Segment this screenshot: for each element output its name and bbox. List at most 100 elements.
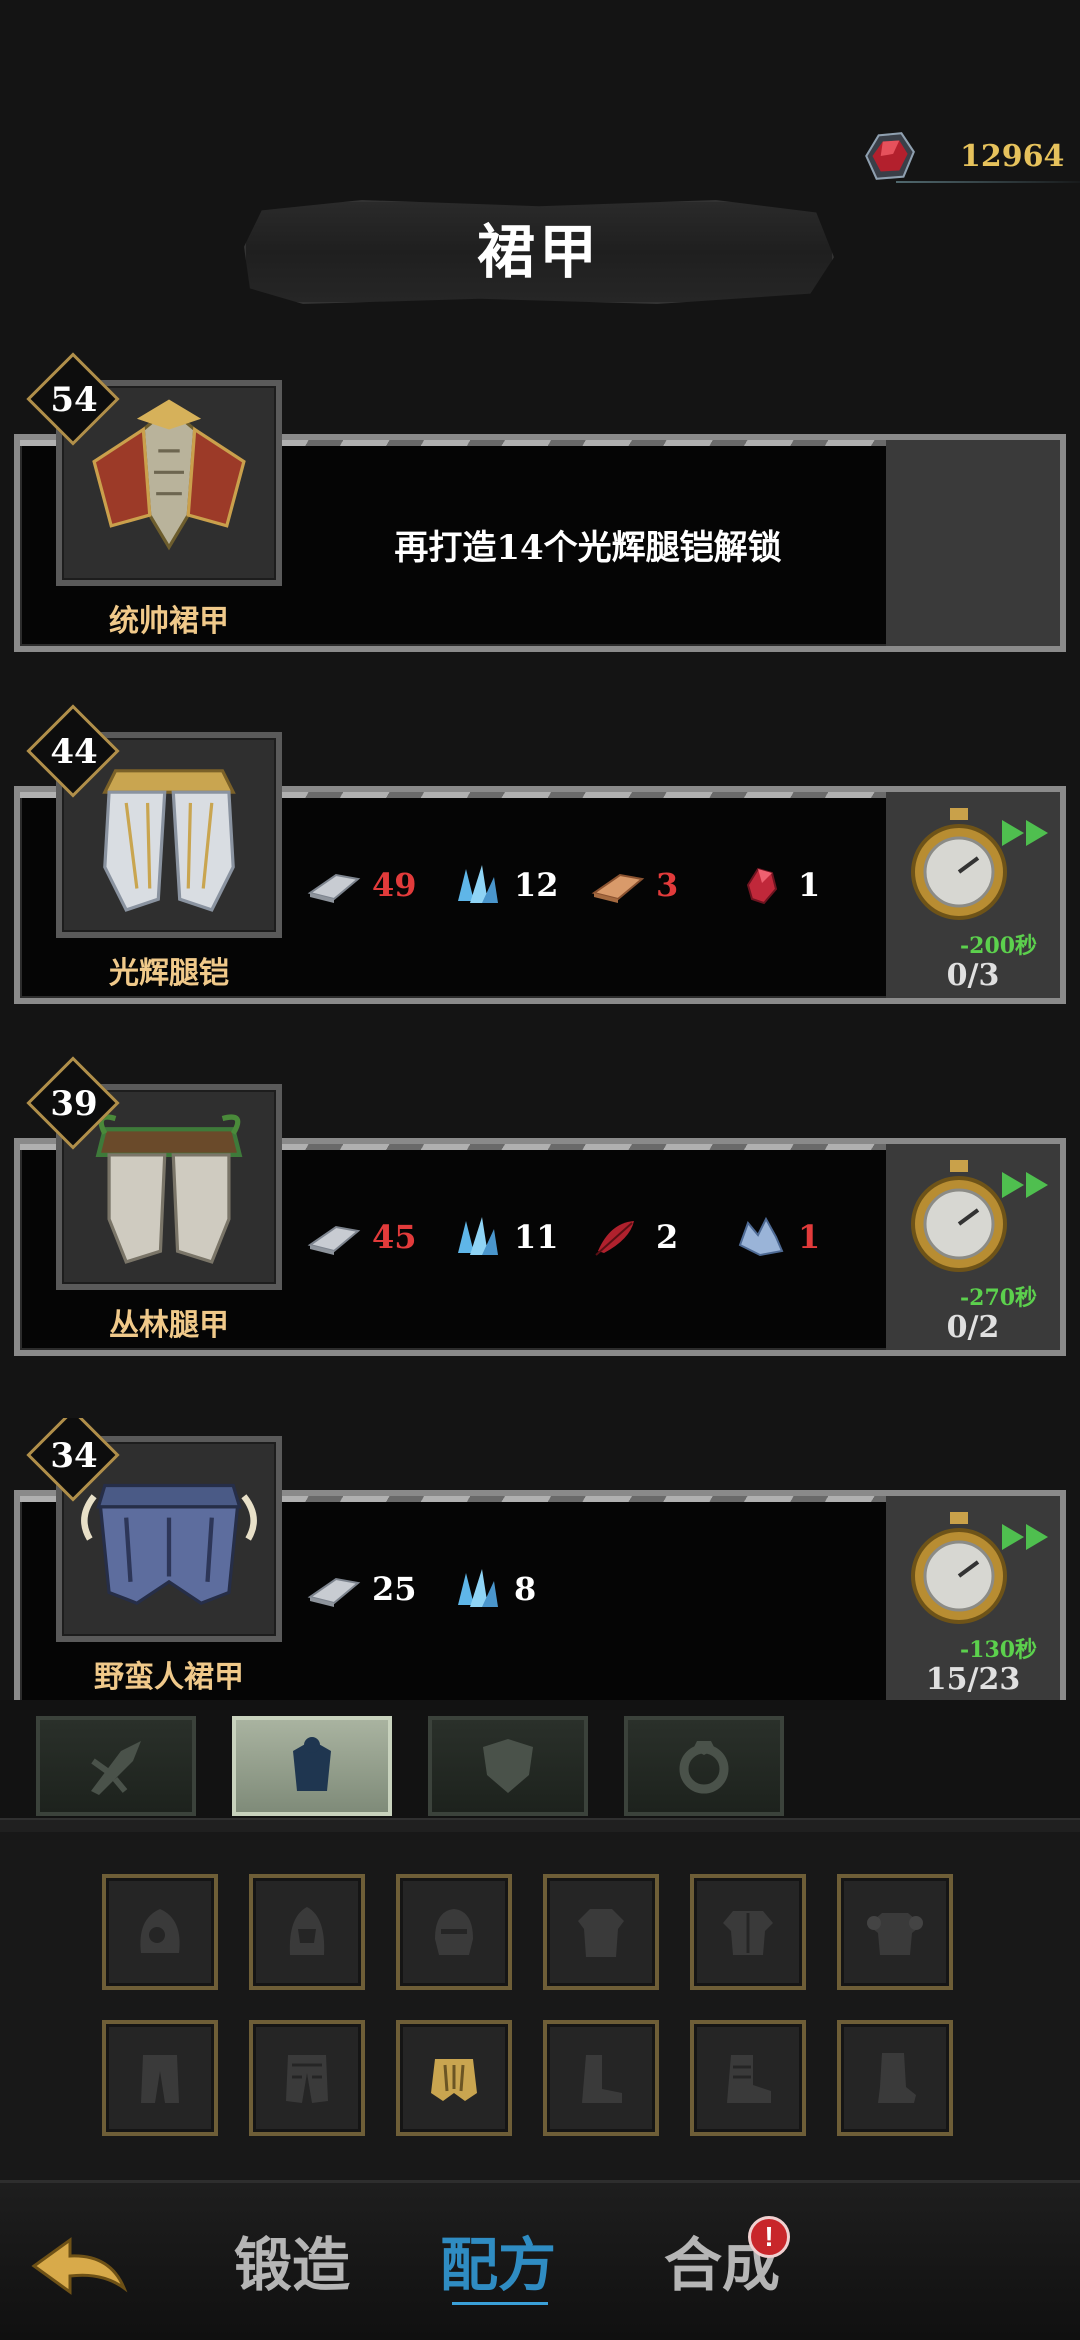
nav-forge[interactable]: 锻造 bbox=[234, 2230, 350, 2300]
craft-count: 15/23 bbox=[925, 1662, 1021, 1697]
nav-active-indicator bbox=[452, 2302, 548, 2305]
fast-forward-icon bbox=[1002, 820, 1048, 846]
slot-hood[interactable] bbox=[102, 1874, 218, 1990]
materials-list: 49 12 3 1 bbox=[306, 860, 874, 910]
material-item: 2 bbox=[590, 1215, 732, 1259]
recipe-card-locked[interactable]: 54 统帅裙甲 再打造14个光辉腿铠解锁 bbox=[0, 352, 1080, 662]
slot-helmet[interactable] bbox=[396, 1874, 512, 1990]
materials-list: 45 11 2 1 bbox=[306, 1212, 874, 1262]
iron-ingot-icon bbox=[307, 1577, 361, 1607]
slot-robe[interactable] bbox=[543, 1874, 659, 1990]
nav-recipe[interactable]: 配方 bbox=[440, 2230, 556, 2300]
tab-shield[interactable] bbox=[428, 1716, 588, 1816]
accessory-tab-icon bbox=[679, 1741, 729, 1794]
recipe-card[interactable]: 34 野蛮人裙甲 25 8 -130秒 15/23 bbox=[0, 1418, 1080, 1708]
slot-chest-armor[interactable] bbox=[690, 1874, 806, 1990]
chest-armor-icon bbox=[723, 1911, 773, 1955]
red-gem-icon bbox=[746, 867, 778, 905]
iron-ingot-icon bbox=[307, 1225, 361, 1255]
fast-forward-icon bbox=[1002, 1172, 1048, 1198]
leg-armor-icon bbox=[286, 2055, 328, 2103]
stopwatch-icon[interactable] bbox=[904, 806, 1014, 926]
pauldron-armor-icon bbox=[867, 1913, 923, 1955]
item-name: 丛林腿甲 bbox=[109, 1308, 229, 1343]
materials-list: 25 8 bbox=[306, 1564, 590, 1614]
page-title: 裙甲 bbox=[476, 218, 601, 286]
skirt-armor-icon bbox=[431, 2059, 477, 2101]
stopwatch-icon[interactable] bbox=[904, 1510, 1014, 1630]
tab-shelf bbox=[0, 1818, 1080, 1832]
material-qty: 45 bbox=[372, 1218, 417, 1256]
material-qty: 1 bbox=[798, 866, 821, 904]
currency-value: 12964 bbox=[960, 138, 1065, 174]
material-item: 3 bbox=[590, 863, 732, 907]
slot-armored-boot[interactable] bbox=[690, 2020, 806, 2136]
hood-icon bbox=[289, 1907, 325, 1955]
slot-pants[interactable] bbox=[102, 2020, 218, 2136]
tab-armor[interactable] bbox=[232, 1716, 392, 1816]
slot-pauldron-armor[interactable] bbox=[837, 1874, 953, 1990]
time-reduction: -200秒 bbox=[960, 933, 1038, 959]
tab-accessory[interactable] bbox=[624, 1716, 784, 1816]
currency-underline bbox=[896, 181, 1080, 183]
pants-icon bbox=[141, 2055, 179, 2103]
recipe-card[interactable]: 44 光辉腿铠 49 12 3 1 -200秒 0/3 bbox=[0, 704, 1080, 1014]
material-item: 1 bbox=[732, 1215, 874, 1259]
hood-icon bbox=[140, 1909, 180, 1953]
armored-boot-icon bbox=[727, 2055, 771, 2103]
currency-display: 12964 bbox=[858, 128, 1070, 184]
item-level: 54 bbox=[50, 380, 98, 420]
material-item: 25 bbox=[306, 1567, 448, 1611]
slot-greave[interactable] bbox=[837, 2020, 953, 2136]
red-feather-icon bbox=[595, 1221, 634, 1256]
time-reduction: -130秒 bbox=[960, 1637, 1038, 1663]
back-arrow-icon[interactable] bbox=[30, 2232, 130, 2302]
fast-forward-icon bbox=[1002, 1524, 1048, 1550]
material-item: 1 bbox=[732, 863, 874, 907]
red-gem-icon bbox=[865, 132, 915, 180]
slot-boot[interactable] bbox=[543, 2020, 659, 2136]
item-level: 44 bbox=[50, 732, 98, 772]
helmet-icon bbox=[435, 1909, 473, 1955]
blue-crystal-icon bbox=[458, 1569, 498, 1607]
material-qty: 49 bbox=[372, 866, 417, 904]
material-qty: 1 bbox=[798, 1218, 821, 1256]
card-right-panel bbox=[886, 440, 1060, 646]
blue-crystal-icon bbox=[458, 1217, 498, 1255]
recipe-card[interactable]: 39 丛林腿甲 45 11 2 1 -270秒 0/2 bbox=[0, 1056, 1080, 1366]
shield-tab-icon bbox=[483, 1739, 533, 1793]
item-name: 野蛮人裙甲 bbox=[94, 1660, 244, 1695]
unlock-requirement: 再打造14个光辉腿铠解锁 bbox=[394, 528, 782, 568]
item-level: 39 bbox=[50, 1084, 98, 1124]
material-item: 8 bbox=[448, 1567, 590, 1611]
blue-crystal-icon bbox=[458, 865, 498, 903]
item-level: 34 bbox=[50, 1436, 98, 1476]
copper-ingot-icon bbox=[591, 873, 645, 903]
slot-leg-armor[interactable] bbox=[249, 2020, 365, 2136]
boot-icon bbox=[582, 2055, 622, 2103]
notification-badge: ! bbox=[748, 2216, 790, 2258]
material-item: 12 bbox=[448, 863, 590, 907]
material-qty: 11 bbox=[514, 1218, 559, 1256]
tab-weapon[interactable] bbox=[36, 1716, 196, 1816]
material-qty: 12 bbox=[514, 866, 559, 904]
material-qty: 25 bbox=[372, 1570, 417, 1608]
time-reduction: -270秒 bbox=[960, 1285, 1038, 1311]
armor-tab-icon bbox=[293, 1737, 331, 1791]
material-qty: 2 bbox=[656, 1218, 679, 1256]
material-item: 45 bbox=[306, 1215, 448, 1259]
material-item: 11 bbox=[448, 1215, 590, 1259]
slot-skirt-armor-selected[interactable] bbox=[396, 2020, 512, 2136]
craft-count: 0/2 bbox=[946, 1310, 1000, 1345]
material-qty: 8 bbox=[514, 1570, 537, 1608]
weapon-tab-icon bbox=[91, 1741, 141, 1795]
greave-icon bbox=[878, 2053, 916, 2103]
stopwatch-icon[interactable] bbox=[904, 1158, 1014, 1278]
craft-count: 0/3 bbox=[946, 958, 1000, 993]
item-name: 统帅裙甲 bbox=[109, 604, 229, 639]
slot-hood[interactable] bbox=[249, 1874, 365, 1990]
ice-shard-icon bbox=[738, 1216, 784, 1257]
item-name: 光辉腿铠 bbox=[109, 956, 229, 991]
material-qty: 3 bbox=[656, 866, 679, 904]
material-item: 49 bbox=[306, 863, 448, 907]
